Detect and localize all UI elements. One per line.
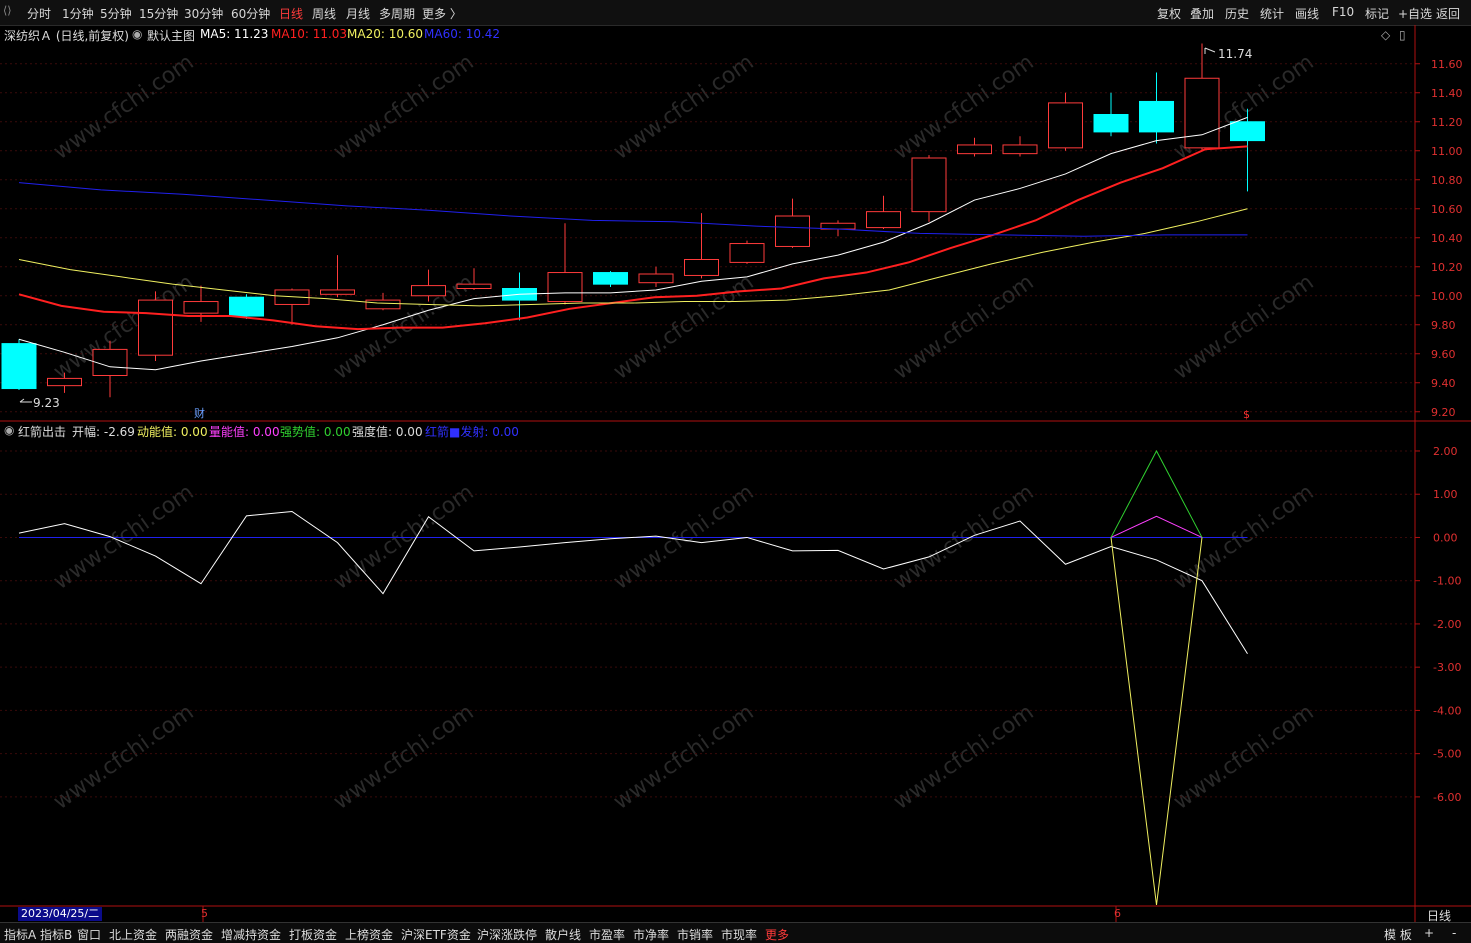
bottom-tabbar: 指标A 指标B 窗口 北上资金 两融资金 增减持资金 打板资金 上榜资金 沪深E…	[0, 922, 1471, 943]
tab-etf-funds[interactable]: 沪深ETF资金	[401, 926, 471, 943]
candle-body	[729, 243, 765, 263]
main-axis-label: 11.00	[1431, 145, 1463, 158]
watermark-text: www.cfchi.com	[329, 700, 478, 815]
sub-axis-label: -2.00	[1433, 618, 1461, 631]
cursor-date-label: 2023/04/25/二	[18, 907, 103, 921]
main-axis-label: 11.40	[1431, 87, 1463, 100]
watermark-text: www.cfchi.com	[1169, 700, 1318, 815]
main-axis-label: 10.40	[1431, 232, 1463, 245]
watermark-text: www.cfchi.com	[609, 700, 758, 815]
sub-axis-label: -4.00	[1433, 704, 1461, 717]
sub-axis-label: -6.00	[1433, 791, 1461, 804]
main-axis-label: 10.00	[1431, 290, 1463, 303]
sub-axis-label: 0.00	[1433, 531, 1458, 544]
candle-body	[911, 157, 947, 213]
sub-axis-label: -5.00	[1433, 748, 1461, 761]
month-label-5: 5	[201, 907, 208, 920]
zoom-out-button[interactable]: -	[1452, 926, 1456, 940]
candle-body	[684, 259, 719, 276]
watermark-text: www.cfchi.com	[609, 50, 758, 165]
candle-body	[320, 289, 355, 295]
candle-body	[866, 211, 901, 229]
spike-line-2	[1110, 515, 1203, 538]
watermark-text: www.cfchi.com	[49, 50, 198, 165]
main-axis-label: 10.20	[1431, 261, 1463, 274]
spike-line-1	[1110, 537, 1203, 906]
signal-marker: $	[1243, 408, 1250, 421]
tab-limit-stats[interactable]: 沪深涨跌停	[477, 926, 537, 943]
candle-body	[957, 144, 992, 155]
low-price-arrow	[19, 398, 32, 403]
sub-axis-label: 2.00	[1433, 445, 1458, 458]
watermark-text: www.cfchi.com	[1169, 270, 1318, 385]
tab-pe[interactable]: 市盈率	[589, 926, 625, 943]
candle-body	[229, 296, 264, 317]
tab-holdings-change[interactable]: 增减持资金	[221, 926, 281, 943]
main-axis-label: 10.80	[1431, 174, 1463, 187]
tab-indicator-a[interactable]: 指标A	[4, 926, 36, 943]
candle-body	[1184, 77, 1220, 149]
candle-body	[456, 283, 492, 289]
candle-body	[183, 301, 219, 314]
tab-retail-line[interactable]: 散户线	[545, 926, 581, 943]
tab-pcf[interactable]: 市现率	[721, 926, 757, 943]
kline-chart[interactable]: www.cfchi.com www.cfchi.com www.cfchi.com w…	[0, 0, 1471, 942]
template-button[interactable]: 模 板	[1384, 926, 1412, 943]
watermark-text: www.cfchi.com	[889, 270, 1038, 385]
candle-body	[1230, 121, 1265, 142]
ma-line-ma60	[18, 182, 1248, 237]
main-axis-label: 11.60	[1431, 58, 1463, 71]
candle-body	[1048, 102, 1083, 149]
candle-body	[92, 348, 128, 376]
watermark-text: www.cfchi.com	[49, 700, 198, 815]
tab-limitup-funds[interactable]: 打板资金	[289, 926, 337, 943]
tab-window[interactable]: 窗口	[77, 926, 101, 943]
tab-toplist-funds[interactable]: 上榜资金	[345, 926, 393, 943]
candle-body	[1093, 114, 1129, 133]
tab-margin[interactable]: 两融资金	[165, 926, 213, 943]
candle-body	[638, 273, 674, 284]
main-axis-label: 11.20	[1431, 116, 1463, 129]
watermark-text: www.cfchi.com	[889, 700, 1038, 815]
sub-axis-label: -3.00	[1433, 661, 1461, 674]
candle-body	[1002, 144, 1038, 155]
sub-axis-label: -1.00	[1433, 575, 1461, 588]
main-axis-label: 9.80	[1431, 319, 1456, 332]
main-axis-label: 9.60	[1431, 348, 1456, 361]
watermark-text: www.cfchi.com	[329, 50, 478, 165]
candle-body	[1139, 100, 1174, 133]
low-price-label: 9.23	[33, 396, 60, 410]
tab-indicator-b[interactable]: 指标B	[40, 926, 72, 943]
watermark-text: www.cfchi.com	[609, 270, 758, 385]
candle-body	[47, 377, 82, 387]
candle-body	[1, 343, 37, 390]
sub-axis-label: 1.00	[1433, 488, 1458, 501]
candle-body	[547, 272, 583, 303]
tab-pb[interactable]: 市净率	[633, 926, 669, 943]
zoom-in-button[interactable]: +	[1424, 926, 1434, 940]
high-price-arrow	[1204, 47, 1216, 54]
month-label-6: 6	[1114, 907, 1121, 920]
candle-body	[365, 299, 401, 310]
candle-body	[411, 285, 446, 297]
candle-body	[593, 272, 628, 285]
tab-ps[interactable]: 市销率	[677, 926, 713, 943]
high-price-label: 11.74	[1218, 47, 1252, 61]
candle-body	[138, 299, 173, 356]
finance-marker: 财	[194, 406, 205, 420]
candle-body	[775, 215, 810, 247]
main-axis-label: 9.40	[1431, 377, 1456, 390]
tab-more-bottom[interactable]: 更多	[765, 926, 789, 943]
main-axis-label: 10.60	[1431, 203, 1463, 216]
main-axis-label: 9.20	[1431, 406, 1456, 419]
tab-northbound[interactable]: 北上资金	[109, 926, 157, 943]
